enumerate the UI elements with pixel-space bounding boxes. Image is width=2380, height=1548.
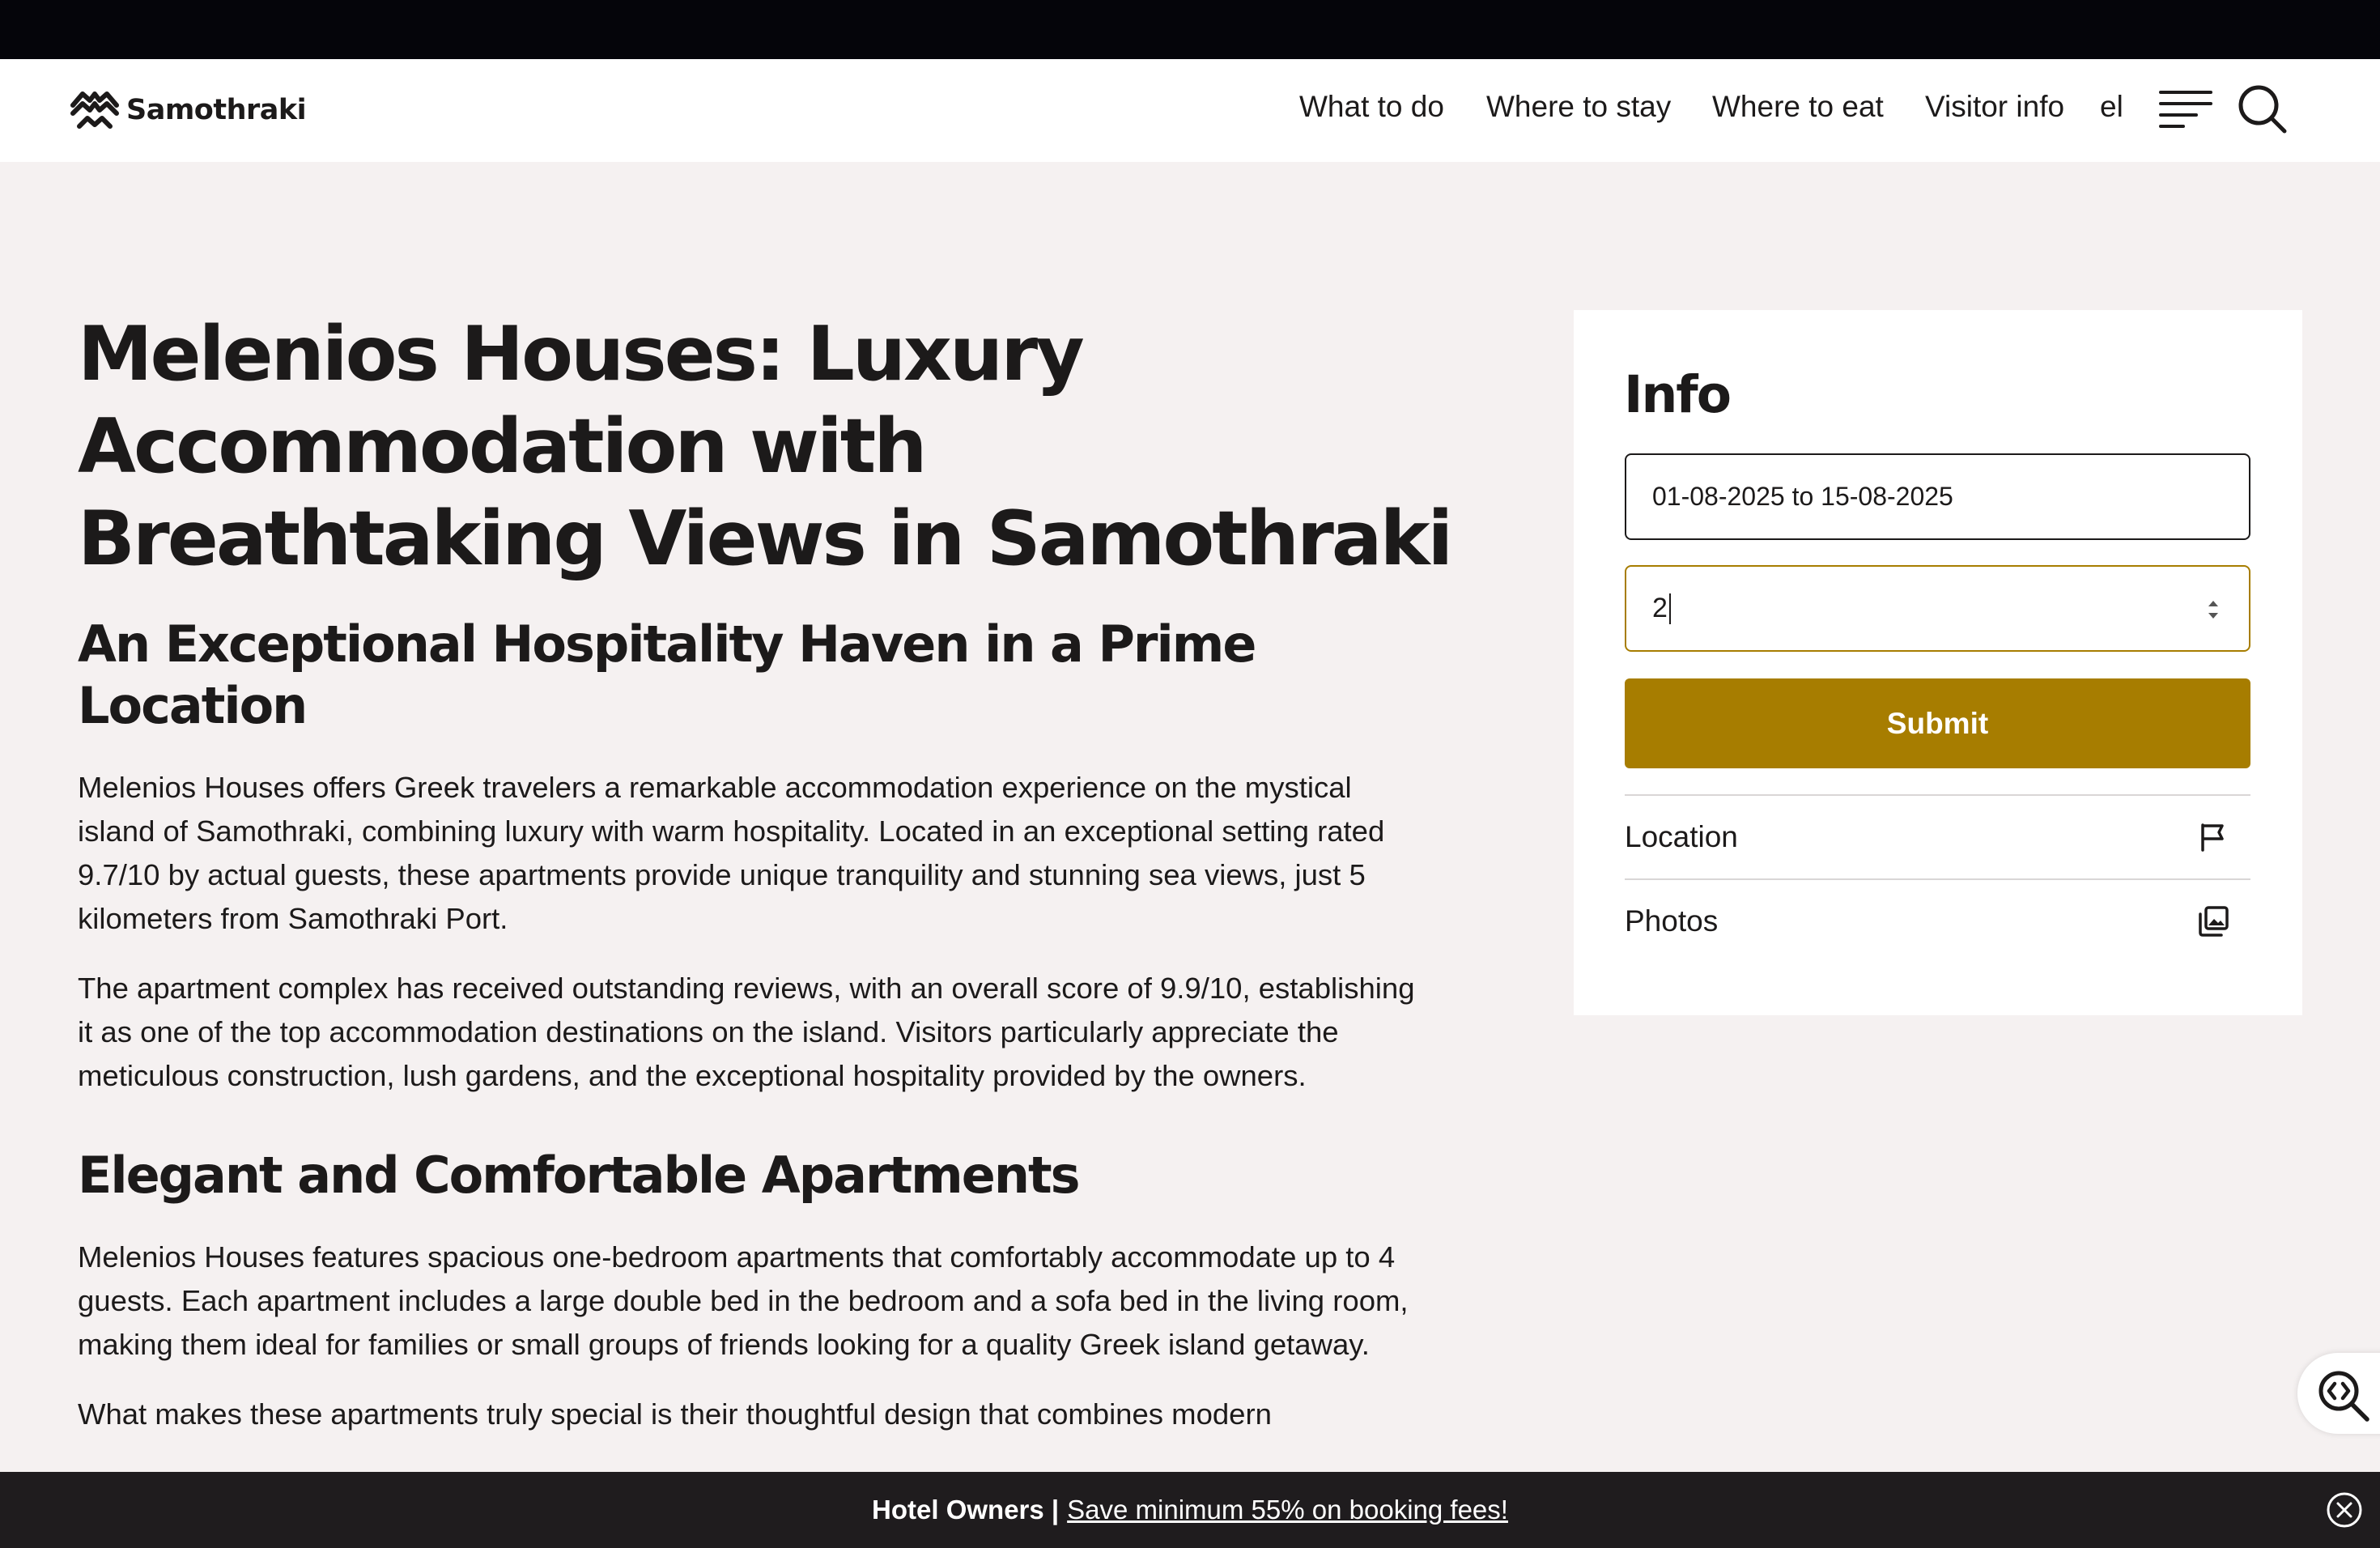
- promo-label: Hotel Owners |: [872, 1495, 1060, 1525]
- location-label: Location: [1625, 820, 1738, 853]
- text-caret: [1668, 593, 1671, 624]
- nav-where-to-eat[interactable]: Where to eat: [1712, 90, 1884, 124]
- section-heading-location: An Exceptional Hospitality Haven in a Pr…: [78, 615, 1256, 735]
- article-content: Melenios Houses: Luxury Accommodation wi…: [78, 308, 1453, 1436]
- paragraph: Melenios Houses offers Greek travelers a…: [78, 771, 1385, 935]
- nav-visitor-info[interactable]: Visitor info: [1925, 90, 2064, 124]
- section-heading-apartments: Elegant and Comfortable Apartments: [78, 1146, 1081, 1205]
- language-switch[interactable]: el: [2100, 90, 2123, 124]
- close-icon[interactable]: [2326, 1491, 2363, 1529]
- paragraph: Melenios Houses features spacious one-be…: [78, 1240, 1409, 1361]
- nav-where-to-stay[interactable]: Where to stay: [1486, 90, 1671, 124]
- inspector-icon: [2318, 1371, 2369, 1422]
- spinner-icon[interactable]: [2205, 594, 2221, 625]
- page-title: Melenios Houses: Luxury Accommodation wi…: [78, 310, 1453, 582]
- browser-top-strip: [0, 0, 2380, 59]
- site-header: Samothraki What to do Where to stay Wher…: [0, 59, 2380, 162]
- site-logo[interactable]: Samothraki: [70, 83, 307, 137]
- menu-icon[interactable]: [2159, 89, 2212, 131]
- info-card: Info 01-08-2025 to 15-08-2025 2 Submit L…: [1574, 310, 2302, 1015]
- logo-text: Samothraki: [126, 94, 307, 126]
- submit-button[interactable]: Submit: [1625, 678, 2250, 768]
- photos-label: Photos: [1625, 904, 1719, 938]
- guests-input[interactable]: 2: [1625, 565, 2250, 652]
- nav-what-to-do[interactable]: What to do: [1299, 90, 1444, 124]
- logo-icon: [70, 91, 119, 129]
- guests-value: 2: [1652, 593, 1668, 623]
- flag-icon: [2201, 823, 2224, 852]
- promo-banner: Hotel Owners | Save minimum 55% on booki…: [0, 1472, 2380, 1548]
- promo-link[interactable]: Save minimum 55% on booking fees!: [1067, 1495, 1508, 1525]
- photos-row[interactable]: Photos: [1625, 878, 2250, 963]
- paragraph: The apartment complex has received outst…: [78, 972, 1415, 1092]
- photos-icon: [2199, 906, 2229, 937]
- search-icon[interactable]: [2237, 83, 2287, 134]
- paragraph: What makes these apartments truly specia…: [78, 1397, 1272, 1431]
- info-title: Info: [1624, 365, 1732, 424]
- inspector-button[interactable]: [2297, 1353, 2380, 1434]
- date-range-value: 01-08-2025 to 15-08-2025: [1652, 482, 1953, 511]
- location-row[interactable]: Location: [1625, 794, 2250, 878]
- date-range-input[interactable]: 01-08-2025 to 15-08-2025: [1625, 453, 2250, 540]
